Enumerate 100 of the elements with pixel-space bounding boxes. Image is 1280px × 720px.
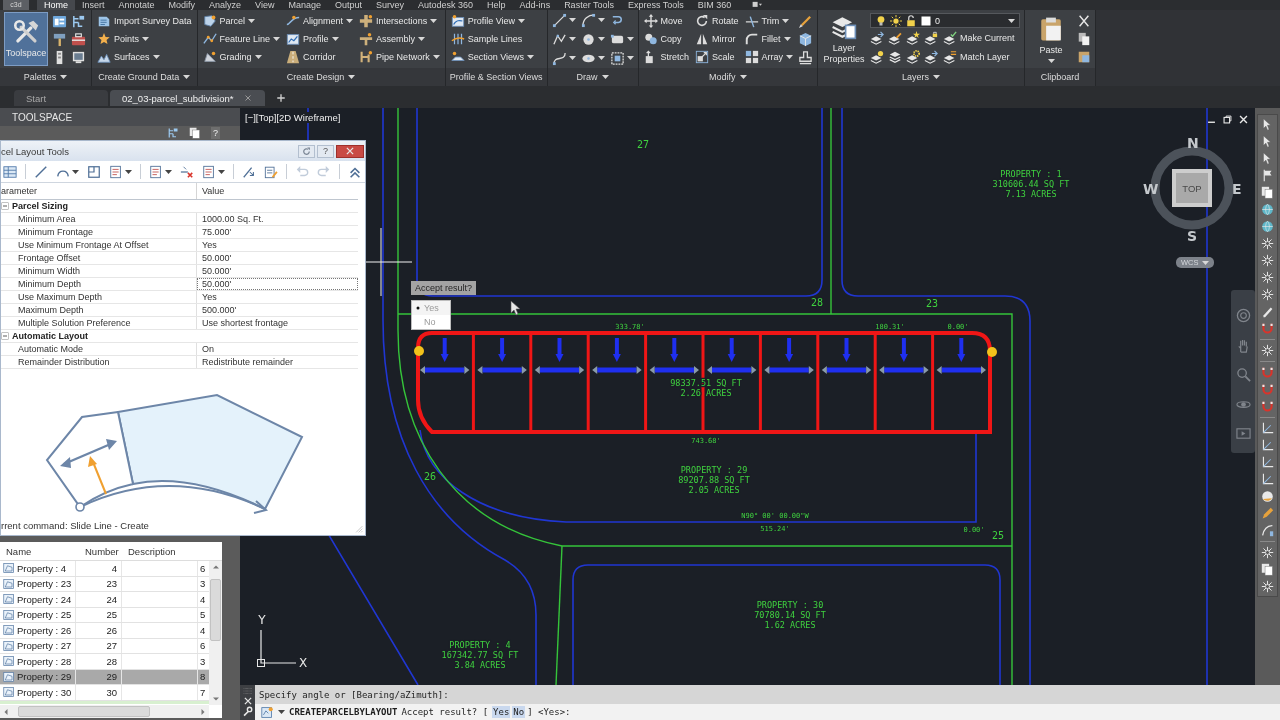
restore-icon[interactable] bbox=[1222, 114, 1233, 125]
value-cell[interactable]: 50.000' bbox=[197, 278, 358, 290]
ribbon-button[interactable]: Array bbox=[743, 48, 795, 66]
viewport-control[interactable]: [−] bbox=[245, 112, 256, 123]
ribbon-button[interactable]: Move bbox=[642, 12, 691, 30]
ribbon-tab[interactable]: Analyze bbox=[202, 0, 249, 10]
draw-tool-button[interactable] bbox=[551, 12, 576, 28]
proposed-lot-line[interactable] bbox=[931, 335, 935, 430]
snap-star-icon[interactable] bbox=[1261, 254, 1274, 267]
sphere-icon[interactable] bbox=[1261, 490, 1274, 503]
ribbon-tab[interactable]: Manage bbox=[281, 0, 328, 10]
proposed-lot-line[interactable] bbox=[873, 335, 877, 430]
proposed-lot-line[interactable] bbox=[471, 335, 475, 430]
sheets-icon[interactable] bbox=[1261, 563, 1274, 576]
ribbon-button[interactable]: Copy bbox=[642, 30, 691, 48]
cross-mark-icon[interactable] bbox=[180, 164, 194, 179]
magnet-icon[interactable] bbox=[1261, 400, 1274, 413]
ribbon-button[interactable]: Points bbox=[96, 30, 193, 48]
axis-corner-icon[interactable] bbox=[1261, 422, 1274, 435]
ribbon-button[interactable]: Parcel bbox=[201, 12, 282, 30]
grip-marker[interactable] bbox=[987, 347, 997, 357]
large-ribbon-button[interactable]: Paste bbox=[1029, 12, 1074, 66]
ribbon-tab[interactable]: Help bbox=[480, 0, 513, 10]
ribbon-tab[interactable]: Modify bbox=[161, 0, 203, 10]
branch-icon[interactable] bbox=[71, 13, 86, 29]
window-icon[interactable] bbox=[52, 13, 67, 29]
command-option[interactable]: Yes bbox=[492, 706, 511, 718]
ribbon-button[interactable]: Scale bbox=[694, 48, 740, 66]
snap-star-icon[interactable] bbox=[1261, 237, 1274, 250]
split-button[interactable] bbox=[202, 164, 225, 179]
proposed-lot-line[interactable] bbox=[758, 335, 762, 430]
value-cell[interactable]: 50.000' bbox=[197, 252, 358, 264]
axis-corner-icon[interactable] bbox=[1261, 456, 1274, 469]
layer-stack-icon[interactable] bbox=[888, 49, 903, 64]
ribbon-tab[interactable]: Express Tools bbox=[621, 0, 691, 10]
list-row[interactable]: Property : 26 26 4 bbox=[0, 623, 209, 639]
draw-tool-button[interactable] bbox=[580, 31, 605, 47]
value-cell[interactable]: 75.000' bbox=[197, 226, 358, 238]
proposed-lot-line[interactable] bbox=[586, 335, 590, 430]
ribbon-button[interactable]: Corridor bbox=[285, 48, 355, 66]
ribbon-button[interactable]: Assembly bbox=[358, 30, 441, 48]
file-tab[interactable]: 02_03-parcel_subdivision* bbox=[110, 90, 266, 106]
ribbon-button[interactable]: Stretch bbox=[642, 48, 691, 66]
hammer-icon[interactable] bbox=[52, 31, 67, 47]
scrollbar[interactable] bbox=[0, 705, 209, 718]
value-cell[interactable]: 50.000' bbox=[197, 265, 358, 277]
scrollbar[interactable] bbox=[209, 561, 222, 705]
viewport-control[interactable]: [2D Wireframe] bbox=[276, 112, 341, 123]
ribbon-button[interactable]: Alignment bbox=[285, 12, 355, 30]
globe-icon[interactable] bbox=[1261, 220, 1274, 233]
magnifier-icon[interactable] bbox=[1235, 367, 1251, 382]
grip-dots-icon[interactable] bbox=[242, 686, 253, 696]
wrench-icon[interactable] bbox=[242, 706, 253, 717]
compass-letter[interactable]: N bbox=[1187, 135, 1199, 151]
ribbon-button[interactable]: Trim bbox=[743, 12, 795, 30]
branch-icon[interactable] bbox=[167, 127, 179, 139]
diagonal-line-icon[interactable] bbox=[34, 164, 48, 179]
toolbox-icon[interactable] bbox=[71, 31, 86, 47]
edit-sheet-icon[interactable] bbox=[264, 164, 278, 179]
compass-letter[interactable]: W bbox=[1143, 181, 1159, 197]
split-button[interactable] bbox=[109, 164, 132, 179]
ribbon-tab[interactable]: Raster Tools bbox=[557, 0, 621, 10]
scrollbar-thumb[interactable] bbox=[210, 579, 221, 641]
ribbon-button[interactable]: Grading bbox=[201, 48, 282, 66]
ribbon-button[interactable]: Sample Lines bbox=[449, 30, 535, 48]
draw-tool-button[interactable] bbox=[580, 12, 605, 28]
sheets-icon[interactable] bbox=[1261, 186, 1274, 199]
square-caret-icon[interactable] bbox=[752, 0, 763, 10]
command-icon[interactable] bbox=[261, 705, 274, 719]
snap-star-icon[interactable] bbox=[1261, 271, 1274, 284]
value-cell[interactable]: Yes bbox=[197, 291, 358, 303]
compass-letter[interactable]: E bbox=[1232, 181, 1242, 197]
steering-wheel-icon[interactable] bbox=[1235, 308, 1251, 323]
ribbon-tab[interactable]: Annotate bbox=[111, 0, 162, 10]
stack-lock-icon[interactable] bbox=[924, 31, 939, 45]
pencil-icon[interactable] bbox=[1261, 507, 1274, 520]
scissors-icon[interactable] bbox=[1077, 14, 1092, 28]
stack-star-icon[interactable] bbox=[906, 31, 921, 45]
list-row[interactable]: Property : 4 4 6 bbox=[0, 561, 209, 577]
file-tab[interactable]: Start bbox=[14, 90, 108, 106]
pen-icon[interactable] bbox=[1261, 305, 1274, 318]
help-button[interactable]: ? bbox=[211, 127, 220, 139]
close-icon[interactable] bbox=[1238, 114, 1249, 125]
axis-corner-icon[interactable] bbox=[1261, 439, 1274, 452]
close-button[interactable] bbox=[336, 144, 364, 158]
panel-title[interactable]: Create Ground Data bbox=[92, 68, 197, 86]
layer-dropdown[interactable]: 0 bbox=[870, 13, 1021, 28]
snap-star-icon[interactable] bbox=[1261, 344, 1274, 357]
list-row[interactable]: Property : 24 24 4 bbox=[0, 592, 209, 608]
ribbon-tab[interactable]: Add-ins bbox=[512, 0, 558, 10]
help-button[interactable]: ? bbox=[317, 144, 334, 158]
panel-title[interactable]: Clipboard bbox=[1025, 68, 1096, 86]
ribbon-button[interactable]: Feature Line bbox=[201, 30, 282, 48]
magnet-icon[interactable] bbox=[1261, 383, 1274, 396]
resize-grip-icon[interactable] bbox=[353, 523, 363, 533]
close-icon[interactable] bbox=[242, 696, 253, 706]
stack-arrow-icon[interactable] bbox=[924, 49, 939, 64]
draw-tool-button[interactable] bbox=[551, 50, 576, 66]
stack-bulb-icon[interactable] bbox=[870, 49, 885, 64]
column-header[interactable]: Value bbox=[197, 183, 358, 199]
